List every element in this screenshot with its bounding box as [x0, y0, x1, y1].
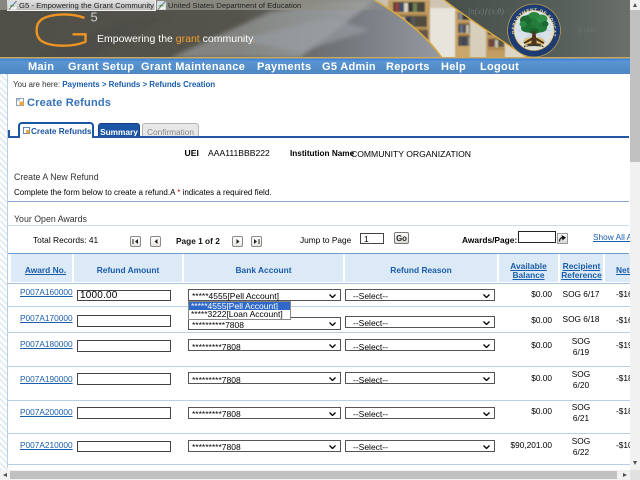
svg-text:Empowering the grant community: Empowering the grant community. — [97, 33, 256, 45]
svg-text:5: 5 — [91, 10, 98, 25]
svg-text:f(x)dx: f(x)dx — [578, 25, 596, 34]
